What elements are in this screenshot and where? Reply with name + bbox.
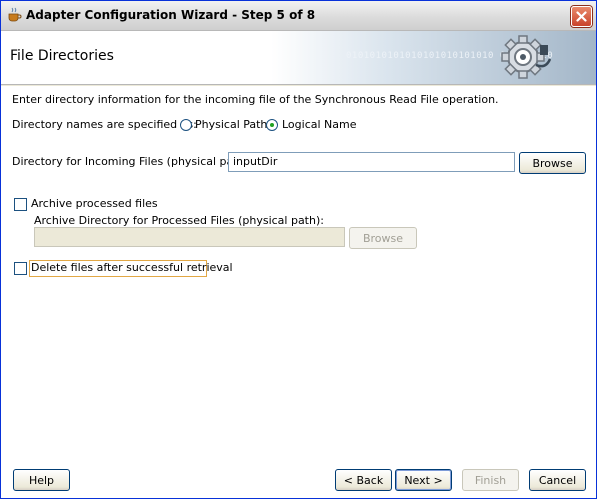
incoming-dir-input[interactable]: inputDir <box>228 152 515 172</box>
close-button[interactable] <box>571 6 592 27</box>
browse-incoming-button[interactable]: Browse <box>519 152 586 174</box>
finish-button[interactable]: Finish <box>462 469 519 491</box>
oracle-jdeveloper-cup-icon <box>8 7 22 22</box>
incoming-dir-label: Directory for Incoming Files (physical p… <box>12 155 253 168</box>
title-bar: Adapter Configuration Wizard - Step 5 of… <box>1 1 596 31</box>
archive-checkbox[interactable] <box>14 198 27 211</box>
archive-checkbox-label[interactable]: Archive processed files <box>31 197 158 210</box>
gear-plug-icon <box>501 35 551 79</box>
intro-text: Enter directory information for the inco… <box>12 93 499 106</box>
help-button[interactable]: Help <box>13 469 70 491</box>
button-bar: Help < Back Next > Finish Cancel <box>1 464 596 498</box>
radio-physical-path-label[interactable]: Physical Path <box>195 118 267 131</box>
close-icon <box>576 11 587 22</box>
main-content: Enter directory information for the inco… <box>1 86 596 464</box>
window-title: Adapter Configuration Wizard - Step 5 of… <box>26 8 316 22</box>
page-title: File Directories <box>10 48 114 64</box>
directory-names-label: Directory names are specified as: <box>12 118 197 131</box>
cancel-button[interactable]: Cancel <box>529 469 586 491</box>
step-header: 0101010101010101010101010 010101010 File… <box>1 31 596 85</box>
radio-physical-path[interactable] <box>180 119 192 131</box>
radio-logical-name[interactable] <box>266 119 278 131</box>
archive-dir-label: Archive Directory for Processed Files (p… <box>34 214 324 227</box>
next-button[interactable]: Next > <box>395 469 452 491</box>
back-button[interactable]: < Back <box>335 469 392 491</box>
radio-logical-name-label[interactable]: Logical Name <box>282 118 357 131</box>
wizard-window: Adapter Configuration Wizard - Step 5 of… <box>0 0 597 499</box>
browse-archive-button[interactable]: Browse <box>349 227 417 249</box>
delete-files-label[interactable]: Delete files after successful retrieval <box>31 261 233 274</box>
delete-files-checkbox[interactable] <box>14 262 27 275</box>
archive-dir-input[interactable] <box>34 227 345 247</box>
